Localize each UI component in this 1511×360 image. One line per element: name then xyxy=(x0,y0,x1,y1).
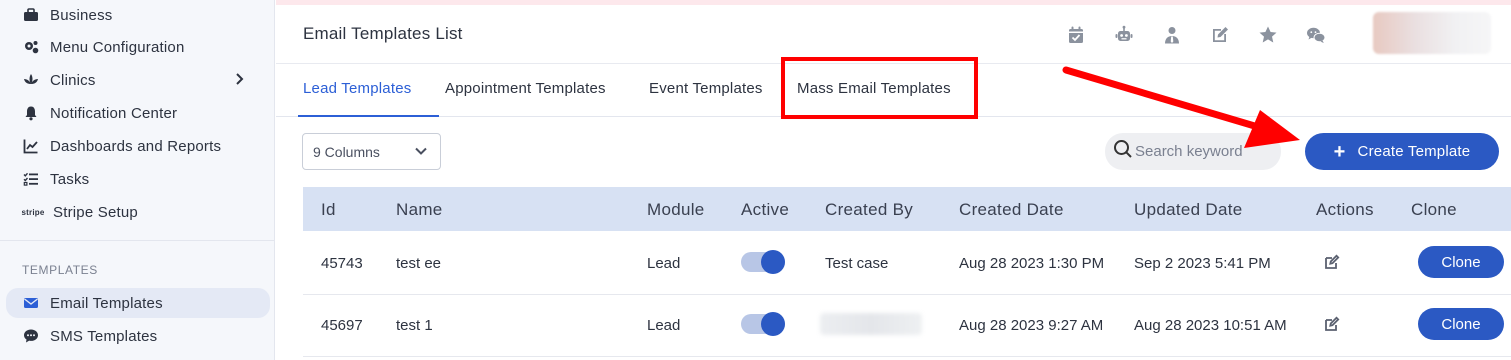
redacted-created-by xyxy=(820,313,922,335)
tasks-icon xyxy=(22,170,40,188)
sidebar-item-label: Stripe Setup xyxy=(53,203,138,221)
row-divider xyxy=(303,356,1511,357)
chat-bubble-icon xyxy=(22,327,40,345)
sidebar-item-tasks[interactable]: Tasks xyxy=(0,164,275,194)
wechat-icon[interactable] xyxy=(1304,24,1328,46)
sidebar-item-dashboards-and-reports[interactable]: Dashboards and Reports xyxy=(0,131,275,161)
user-tie-icon[interactable] xyxy=(1160,24,1184,46)
toggle-knob xyxy=(761,250,785,274)
chevron-down-icon xyxy=(414,144,428,161)
column-header-active[interactable]: Active xyxy=(741,200,789,220)
cell-id: 45697 xyxy=(321,317,363,334)
user-avatar[interactable] xyxy=(1373,12,1491,54)
clone-button[interactable]: Clone xyxy=(1418,308,1504,340)
top-alert-strip xyxy=(276,0,1511,5)
clone-button[interactable]: Clone xyxy=(1418,246,1504,278)
lotus-icon xyxy=(22,71,40,89)
sidebar: Business Menu Configuration Clinics Noti… xyxy=(0,0,275,360)
create-template-label: Create Template xyxy=(1357,143,1471,160)
active-toggle[interactable] xyxy=(741,250,785,274)
sidebar-item-label: Dashboards and Reports xyxy=(50,137,222,155)
sidebar-item-label: Business xyxy=(50,6,113,24)
cell-created-by: Test case xyxy=(825,255,889,272)
page-title: Email Templates List xyxy=(303,24,463,43)
columns-select-value: 9 Columns xyxy=(313,143,380,160)
column-header-module[interactable]: Module xyxy=(647,200,705,220)
row-divider xyxy=(303,294,1511,295)
sidebar-item-label: Notification Center xyxy=(50,104,178,122)
annotation-highlight-box xyxy=(781,57,978,119)
cell-updated-date: Sep 2 2023 5:41 PM xyxy=(1134,255,1271,272)
sidebar-item-sms-templates[interactable]: SMS Templates xyxy=(0,321,275,351)
cell-name: test ee xyxy=(396,255,442,272)
edit-icon[interactable] xyxy=(1324,316,1340,337)
cell-updated-date: Aug 28 2023 10:51 AM xyxy=(1134,317,1287,334)
sidebar-item-clinics[interactable]: Clinics xyxy=(0,65,275,95)
search-icon xyxy=(1113,139,1133,164)
sidebar-item-business[interactable]: Business xyxy=(0,0,275,30)
column-header-clone: Clone xyxy=(1411,200,1457,219)
search-input[interactable] xyxy=(1135,143,1275,160)
sidebar-item-email-templates[interactable]: Email Templates xyxy=(6,288,270,318)
toggle-knob xyxy=(761,312,785,336)
columns-select[interactable]: 9 Columns xyxy=(302,133,441,170)
cell-module: Lead xyxy=(647,317,681,334)
plus-icon: + xyxy=(1333,140,1346,163)
cell-module: Lead xyxy=(647,255,681,272)
calendar-check-icon[interactable] xyxy=(1064,24,1088,46)
column-header-id[interactable]: Id xyxy=(321,200,336,220)
create-template-button[interactable]: + Create Template xyxy=(1305,133,1499,170)
edit-icon[interactable] xyxy=(1324,254,1340,275)
column-header-updated-date[interactable]: Updated Date xyxy=(1134,200,1243,220)
sidebar-item-menu-configuration[interactable]: Menu Configuration xyxy=(0,32,275,62)
star-icon[interactable] xyxy=(1256,24,1280,46)
active-tab-indicator xyxy=(298,115,439,117)
column-header-created-date[interactable]: Created Date xyxy=(959,200,1064,220)
edit-icon[interactable] xyxy=(1208,24,1232,46)
column-header-name[interactable]: Name xyxy=(396,200,443,220)
briefcase-icon xyxy=(22,6,40,24)
column-header-actions: Actions xyxy=(1316,200,1374,219)
robot-icon[interactable] xyxy=(1112,24,1136,46)
sidebar-item-label: Tasks xyxy=(50,170,90,188)
chevron-right-icon[interactable] xyxy=(231,71,247,91)
sidebar-item-notification-center[interactable]: Notification Center xyxy=(0,98,275,128)
cell-created-date: Aug 28 2023 1:30 PM xyxy=(959,255,1105,272)
stripe-icon: stripe xyxy=(21,207,45,217)
sidebar-item-label: Menu Configuration xyxy=(50,38,185,56)
envelope-icon xyxy=(22,294,40,312)
sidebar-item-stripe-setup[interactable]: stripe Stripe Setup xyxy=(0,197,275,227)
header-toolbar xyxy=(1064,24,1352,46)
sidebar-item-label: Email Templates xyxy=(50,294,163,312)
sidebar-item-label: Clinics xyxy=(50,71,96,89)
chart-line-icon xyxy=(22,137,40,155)
cell-name: test 1 xyxy=(396,317,433,334)
bell-icon xyxy=(22,104,40,122)
tab-lead-templates[interactable]: Lead Templates xyxy=(303,80,411,97)
cell-created-date: Aug 28 2023 9:27 AM xyxy=(959,317,1104,334)
tab-appointment-templates[interactable]: Appointment Templates xyxy=(445,80,606,97)
cell-id: 45743 xyxy=(321,255,363,272)
column-header-created-by[interactable]: Created By xyxy=(825,200,913,220)
active-toggle[interactable] xyxy=(741,312,785,336)
search-box[interactable] xyxy=(1105,133,1281,170)
sidebar-section-label: TEMPLATES xyxy=(22,263,98,277)
gears-icon xyxy=(22,38,40,56)
tab-event-templates[interactable]: Event Templates xyxy=(649,80,763,97)
sidebar-divider xyxy=(0,240,275,241)
sidebar-item-label: SMS Templates xyxy=(50,327,158,345)
